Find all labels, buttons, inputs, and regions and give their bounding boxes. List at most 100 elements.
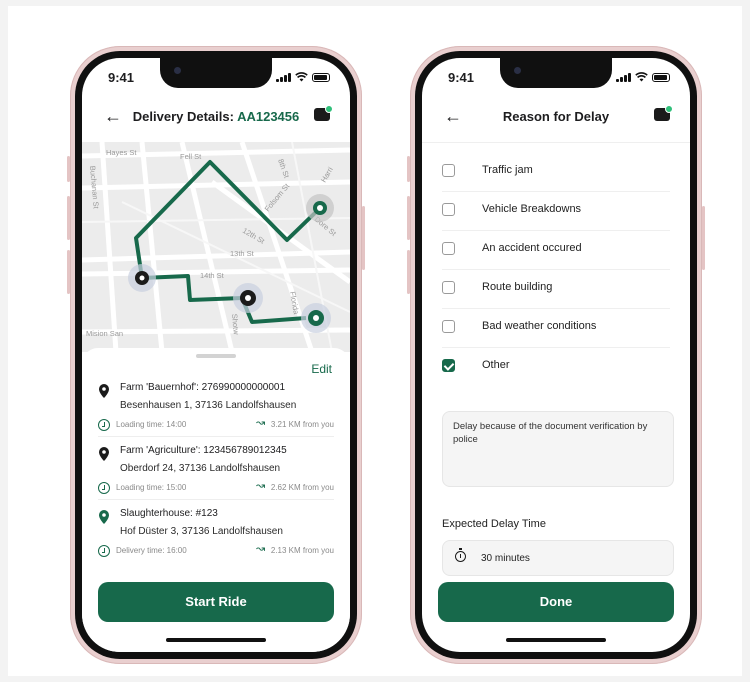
wallet-icon[interactable] bbox=[314, 105, 333, 121]
page-title: Reason for Delay bbox=[502, 109, 610, 124]
stop-item[interactable]: Farm 'Agriculture': 123456789012345 Ober… bbox=[98, 445, 334, 505]
stop-time: Delivery time: 16:00 bbox=[116, 546, 187, 555]
header-divider bbox=[422, 142, 690, 143]
reason-option-bad-weather[interactable]: Bad weather conditions bbox=[442, 308, 670, 348]
edit-link[interactable]: Edit bbox=[311, 362, 332, 376]
reason-option-other[interactable]: Other bbox=[442, 347, 670, 386]
order-code: AA123456 bbox=[237, 109, 300, 124]
screen: 9:41 ← Delivery Details: AA123456 Hayes … bbox=[82, 58, 350, 652]
volume-down-button bbox=[407, 250, 410, 294]
notch bbox=[160, 58, 272, 88]
camera bbox=[514, 67, 521, 74]
divider bbox=[98, 436, 334, 437]
checkbox[interactable] bbox=[442, 320, 455, 333]
stop-distance: 3.21 KM from you bbox=[270, 420, 334, 429]
battery-icon bbox=[652, 72, 670, 82]
stop-address: Besenhausen 1, 37136 Landolfshausen bbox=[120, 400, 297, 411]
route-map[interactable]: Hayes St Fell St 8th St Harri Buchanan S… bbox=[82, 141, 350, 353]
checkbox[interactable] bbox=[442, 203, 455, 216]
reason-option-vehicle-breakdowns[interactable]: Vehicle Breakdowns bbox=[442, 191, 670, 231]
pin-icon bbox=[99, 384, 109, 398]
street-label: Shotw bbox=[230, 313, 241, 335]
wallet-icon[interactable] bbox=[654, 105, 673, 121]
street-label: 14th St bbox=[200, 271, 225, 280]
timer-icon bbox=[455, 548, 466, 562]
start-ride-button[interactable]: Start Ride bbox=[98, 582, 334, 622]
street-label: Buchanan St bbox=[88, 165, 101, 209]
pin-icon bbox=[99, 447, 109, 461]
clock-icon bbox=[98, 545, 110, 557]
checkbox[interactable] bbox=[442, 164, 455, 177]
street-label: 12th St bbox=[241, 226, 267, 246]
stop-address: Oberdorf 24, 37136 Landolfshausen bbox=[120, 463, 281, 474]
map-canvas: Hayes St Fell St 8th St Harri Buchanan S… bbox=[82, 141, 350, 353]
reason-option-route-building[interactable]: Route building bbox=[442, 269, 670, 309]
sheet-handle[interactable] bbox=[196, 354, 236, 358]
stop-time: Loading time: 14:00 bbox=[116, 420, 187, 429]
delay-comment-textarea[interactable]: Delay because of the document verificati… bbox=[442, 411, 674, 487]
title-prefix: Delivery Details: bbox=[132, 109, 234, 124]
stop-name: Farm 'Agriculture': 123456789012345 bbox=[120, 445, 287, 456]
status-icons bbox=[276, 72, 330, 82]
expected-delay-field[interactable]: 30 minutes bbox=[442, 540, 674, 576]
power-button bbox=[702, 206, 705, 270]
power-button bbox=[362, 206, 365, 270]
expected-delay-label: Expected Delay Time bbox=[442, 518, 546, 530]
street-label: Florida bbox=[288, 291, 301, 316]
reason-label: An accident occured bbox=[482, 242, 582, 254]
page-title: Delivery Details: AA123456 bbox=[82, 109, 350, 124]
street-label: 13th St bbox=[230, 249, 255, 258]
street-label: Mision San bbox=[86, 329, 123, 338]
home-indicator bbox=[166, 638, 266, 642]
stop-time: Loading time: 15:00 bbox=[116, 483, 187, 492]
clock-icon bbox=[98, 419, 110, 431]
home-indicator bbox=[506, 638, 606, 642]
pin-icon-green bbox=[99, 510, 109, 524]
mute-switch bbox=[407, 156, 410, 182]
divider bbox=[98, 499, 334, 500]
route-distance-icon: ↝ bbox=[256, 417, 266, 429]
done-button[interactable]: Done bbox=[438, 582, 674, 622]
status-time: 9:41 bbox=[108, 70, 135, 85]
screen: 9:41 ← Reason for Delay Traffic jam Vehi… bbox=[422, 58, 690, 652]
route-distance-icon: ↝ bbox=[256, 543, 266, 555]
stop-item[interactable]: Slaughterhouse: #123 Hof Düster 3, 37136… bbox=[98, 508, 334, 568]
app-header: ← Delivery Details: AA123456 bbox=[82, 102, 350, 132]
reason-label: Other bbox=[482, 359, 510, 371]
checkbox[interactable] bbox=[442, 242, 455, 255]
checkbox[interactable] bbox=[442, 281, 455, 294]
wifi-icon bbox=[635, 72, 648, 82]
notch bbox=[500, 58, 612, 88]
signal-icon bbox=[616, 72, 631, 82]
clock-icon bbox=[98, 482, 110, 494]
canvas: 9:41 ← Delivery Details: AA123456 Hayes … bbox=[8, 6, 742, 676]
reason-option-traffic-jam[interactable]: Traffic jam bbox=[442, 152, 670, 192]
camera bbox=[174, 67, 181, 74]
volume-down-button bbox=[67, 250, 70, 294]
stop-name: Farm 'Bauernhof': 276990000000001 bbox=[120, 382, 286, 393]
expected-delay-value: 30 minutes bbox=[481, 553, 530, 564]
street-label: Fell St bbox=[180, 152, 202, 161]
battery-icon bbox=[312, 72, 330, 82]
checkbox-checked[interactable] bbox=[442, 359, 455, 372]
stop-item[interactable]: Farm 'Bauernhof': 276990000000001 Besenh… bbox=[98, 382, 334, 442]
reason-label: Route building bbox=[482, 281, 553, 293]
wifi-icon bbox=[295, 72, 308, 82]
street-label: 8th St bbox=[276, 158, 291, 180]
reason-option-accident[interactable]: An accident occured bbox=[442, 230, 670, 270]
phone-reason-for-delay: 9:41 ← Reason for Delay Traffic jam Vehi… bbox=[407, 46, 705, 664]
reason-label: Vehicle Breakdowns bbox=[482, 203, 582, 215]
mute-switch bbox=[67, 156, 70, 182]
reason-label: Traffic jam bbox=[482, 164, 533, 176]
stop-distance: 2.62 KM from you bbox=[270, 483, 334, 492]
reason-label: Bad weather conditions bbox=[482, 320, 597, 332]
signal-icon bbox=[276, 72, 291, 82]
status-time: 9:41 bbox=[448, 70, 475, 85]
stop-name: Slaughterhouse: #123 bbox=[120, 508, 218, 519]
street-label: Hayes St bbox=[106, 148, 137, 157]
volume-up-button bbox=[67, 196, 70, 240]
stop-address: Hof Düster 3, 37136 Landolfshausen bbox=[120, 526, 283, 537]
app-header: ← Reason for Delay bbox=[422, 102, 690, 132]
phone-delivery-details: 9:41 ← Delivery Details: AA123456 Hayes … bbox=[67, 46, 365, 664]
volume-up-button bbox=[407, 196, 410, 240]
